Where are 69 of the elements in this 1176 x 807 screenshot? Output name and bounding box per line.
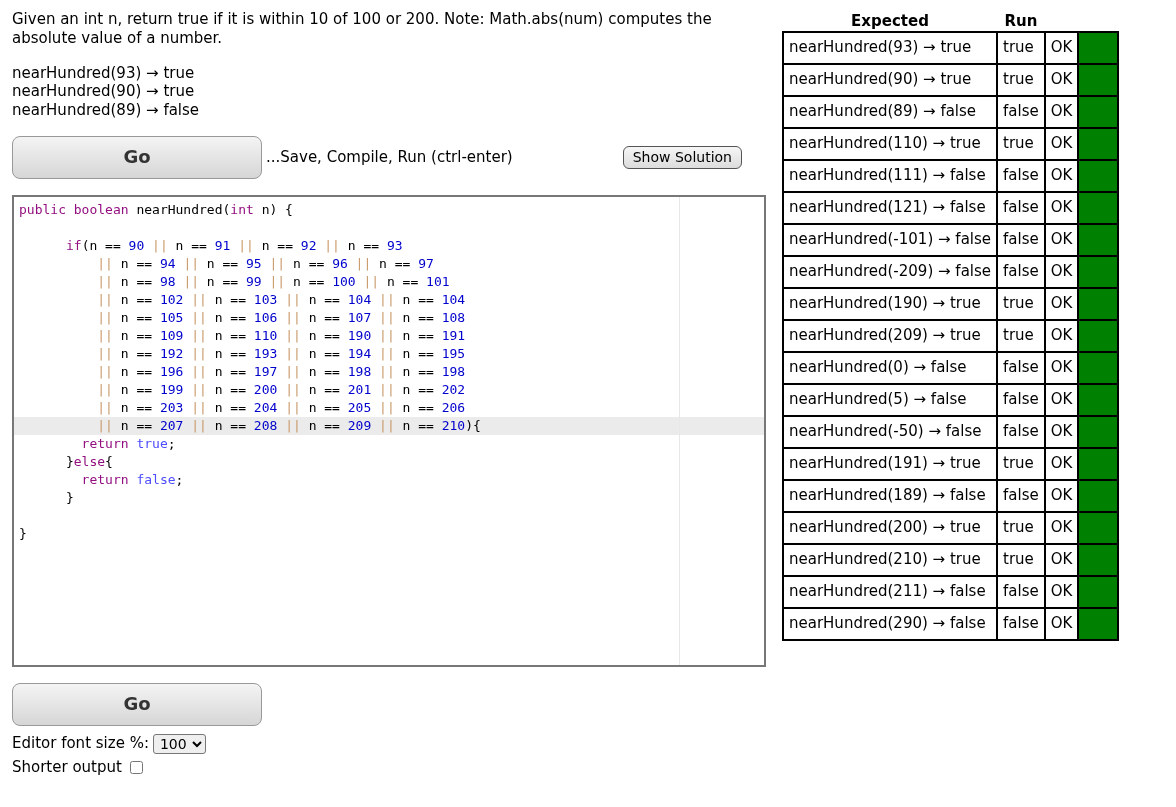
expected-cell: nearHundred(93) → true xyxy=(783,31,998,64)
expected-cell: nearHundred(290) → false xyxy=(783,607,998,640)
go-button[interactable]: Go xyxy=(12,682,262,726)
run-cell: false xyxy=(997,415,1045,448)
expected-cell: nearHundred(211) → false xyxy=(783,575,998,608)
expected-cell: nearHundred(5) → false xyxy=(783,383,998,416)
code-line: || n == 192 || n == 193 || n == 194 || n == 195 xyxy=(96,344,467,363)
example-line: nearHundred(89) → false xyxy=(12,101,201,120)
expected-cell: nearHundred(110) → true xyxy=(783,127,998,160)
run-cell: false xyxy=(997,607,1045,640)
show-solution-button[interactable]: Show Solution xyxy=(622,145,742,169)
code-line: public boolean nearHundred(int n) { xyxy=(18,200,294,219)
run-cell: true xyxy=(997,447,1045,480)
shorter-output-checkbox[interactable] xyxy=(129,760,143,774)
code-line: } xyxy=(18,524,28,543)
expected-cell: nearHundred(210) → true xyxy=(783,543,998,576)
shorter-output-label: Shorter output xyxy=(12,757,122,777)
code-line: || n == 109 || n == 110 || n == 190 || n == 191 xyxy=(96,326,467,345)
run-cell: false xyxy=(997,95,1045,128)
code-line: if(n == 90 || n == 91 || n == 92 || n == 93 xyxy=(64,236,404,255)
expected-cell: nearHundred(191) → true xyxy=(783,447,998,480)
run-cell: true xyxy=(997,63,1045,96)
run-cell: true xyxy=(997,31,1045,64)
font-size-select[interactable]: 100 xyxy=(152,733,206,754)
expected-cell: nearHundred(121) → false xyxy=(783,191,998,224)
run-hint: ...Save, Compile, Run (ctrl-enter) xyxy=(266,147,513,167)
run-cell: false xyxy=(997,159,1045,192)
run-cell: true xyxy=(997,319,1045,352)
run-cell: false xyxy=(997,255,1045,288)
expected-cell: nearHundred(-209) → false xyxy=(783,255,998,288)
expected-cell: nearHundred(-101) → false xyxy=(783,223,998,256)
code-line: }else{ xyxy=(64,452,114,471)
run-cell: false xyxy=(997,351,1045,384)
run-cell: false xyxy=(997,575,1045,608)
run-cell: true xyxy=(997,287,1045,320)
expected-cell: nearHundred(0) → false xyxy=(783,351,998,384)
code-line: } xyxy=(64,488,75,507)
expected-cell: nearHundred(200) → true xyxy=(783,511,998,544)
expected-cell: nearHundred(190) → true xyxy=(783,287,998,320)
example-line: nearHundred(93) → true xyxy=(12,63,196,83)
run-cell: false xyxy=(997,191,1045,224)
expected-cell: nearHundred(-50) → false xyxy=(783,415,998,448)
expected-cell: nearHundred(111) → false xyxy=(783,159,998,192)
run-cell: true xyxy=(997,127,1045,160)
expected-cell: nearHundred(90) → true xyxy=(783,63,998,96)
code-line: || n == 199 || n == 200 || n == 201 || n == 202 xyxy=(96,380,467,399)
run-cell: true xyxy=(997,543,1045,576)
code-line: return true; xyxy=(80,434,177,453)
run-cell: false xyxy=(997,223,1045,256)
expected-cell: nearHundred(89) → false xyxy=(783,95,998,128)
column-header: Expected xyxy=(783,12,998,32)
code-editor[interactable] xyxy=(12,194,766,667)
run-cell: false xyxy=(997,383,1045,416)
code-line: || n == 105 || n == 106 || n == 107 || n == 108 xyxy=(96,308,467,327)
font-size-label: Editor font size %: xyxy=(12,734,149,754)
column-header: Run xyxy=(997,12,1045,32)
code-line: || n == 203 || n == 204 || n == 205 || n == 206 xyxy=(96,398,467,417)
code-line: return false; xyxy=(80,470,185,489)
code-line: || n == 196 || n == 197 || n == 198 || n == 198 xyxy=(96,362,467,381)
run-cell: true xyxy=(997,511,1045,544)
problem-description: Given an int n, return true if it is within 10 of 100 or 200. Note: Math.abs(num) computes the absolute value of a number. xyxy=(12,10,713,48)
code-line: || n == 102 || n == 103 || n == 104 || n == 104 xyxy=(96,290,467,309)
example-line: nearHundred(90) → true xyxy=(12,82,196,101)
go-button[interactable]: Go xyxy=(12,135,262,179)
code-line: || n == 94 || n == 95 || n == 96 || n == 97 xyxy=(96,254,435,273)
expected-cell: nearHundred(209) → true xyxy=(783,319,998,352)
run-cell: false xyxy=(997,479,1045,512)
expected-cell: nearHundred(189) → false xyxy=(783,479,998,512)
code-line: || n == 98 || n == 99 || n == 100 || n == 101 xyxy=(96,272,451,291)
